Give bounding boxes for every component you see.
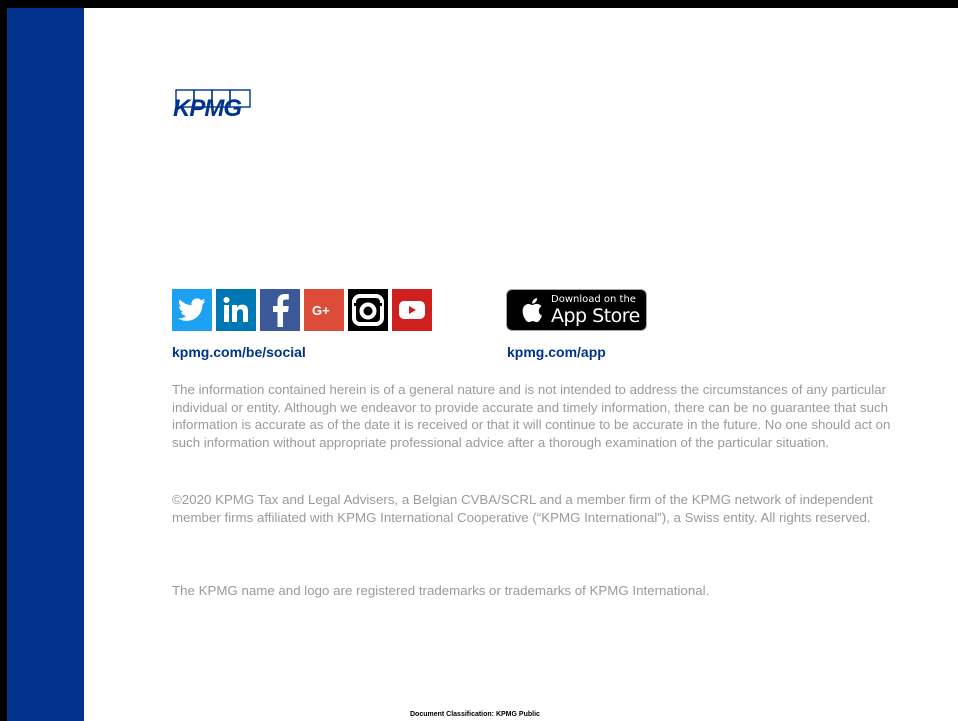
google-plus-icon[interactable]: G+ (304, 289, 344, 331)
app-link[interactable]: kpmg.com/app (507, 344, 606, 360)
social-link[interactable]: kpmg.com/be/social (172, 344, 306, 360)
top-border (0, 0, 958, 8)
disclaimer-paragraph: The information contained herein is of a… (172, 382, 891, 450)
social-icons-row: G+ (172, 289, 432, 331)
app-store-big-text: App Store (551, 305, 640, 327)
facebook-icon[interactable] (260, 289, 300, 331)
twitter-icon[interactable] (172, 289, 212, 331)
app-store-small-text: Download on the (551, 294, 636, 305)
instagram-icon[interactable] (348, 289, 388, 331)
copyright-paragraph: ©2020 KPMG Tax and Legal Advisers, a Bel… (172, 492, 873, 525)
kpmg-logo: KPMG (173, 89, 256, 125)
apple-icon (522, 298, 542, 323)
trademark-paragraph: The KPMG name and logo are registered tr… (172, 583, 710, 598)
app-store-badge[interactable]: Download on the App Store (506, 289, 647, 331)
youtube-icon[interactable] (392, 289, 432, 331)
linkedin-icon[interactable] (216, 289, 256, 331)
kpmg-logo-text: KPMG (173, 95, 242, 122)
slide-page: KPMG G+ Download on the App Store kpmg.c… (0, 0, 958, 721)
svg-text:G+: G+ (312, 303, 330, 318)
left-border (0, 0, 7, 721)
document-classification: Document Classification: KPMG Public (410, 711, 540, 718)
brand-side-band (7, 8, 84, 721)
